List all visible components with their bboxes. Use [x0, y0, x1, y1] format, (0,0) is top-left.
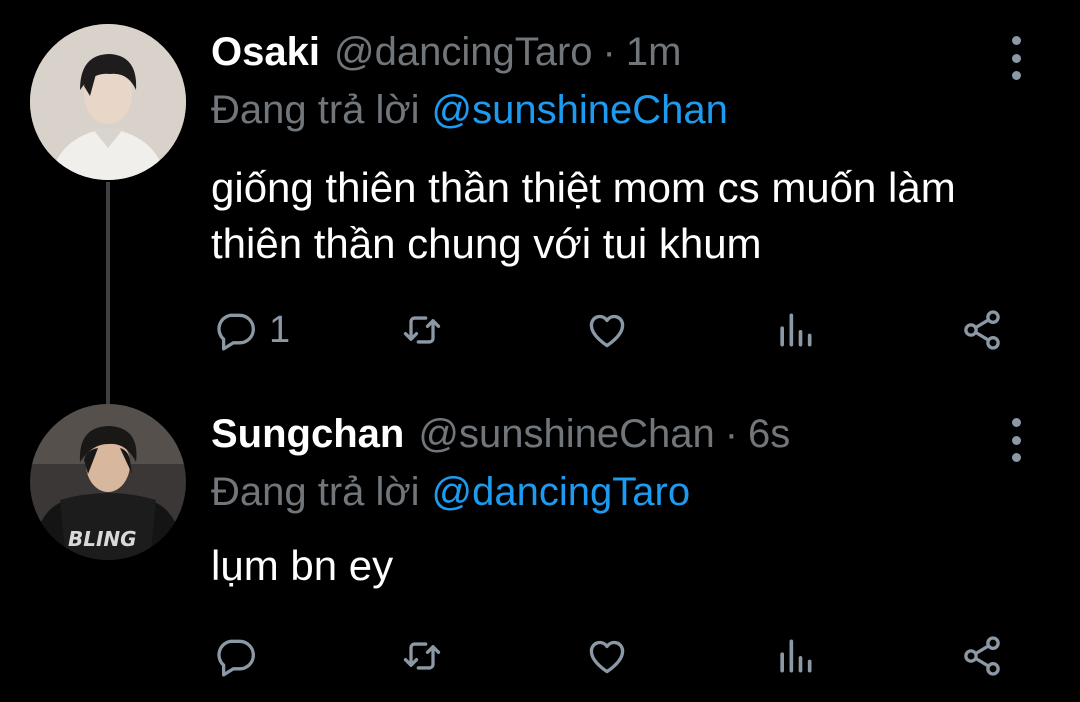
tweet-text: lụm bn ey [211, 542, 394, 589]
more-icon[interactable] [1004, 36, 1028, 80]
tweet-header: Osaki @dancingTaro · 1m [211, 26, 681, 78]
reply-icon [217, 639, 255, 677]
username[interactable]: @dancingTaro [334, 26, 593, 78]
tweet[interactable]: BLING Sungchan @sunshineChan · 6s Đang t… [0, 390, 1080, 702]
display-name[interactable]: Osaki [211, 26, 320, 78]
username[interactable]: @sunshineChan [418, 408, 714, 460]
timestamp[interactable]: 1m [626, 26, 682, 78]
tweet-text: giống thiên thần thiệt mom cs muốn làm t… [211, 164, 956, 267]
reply-icon [217, 313, 255, 351]
replying-to-mention[interactable]: @dancingTaro [432, 470, 691, 514]
retweet-button[interactable] [400, 308, 444, 352]
retweet-icon [403, 642, 441, 670]
tweet[interactable]: Osaki @dancingTaro · 1m Đang trả lời @sun… [0, 0, 1080, 390]
avatar-image: BLING [30, 404, 186, 560]
replying-to: Đang trả lời @sunshineChan [211, 84, 728, 136]
more-icon[interactable] [1004, 418, 1028, 462]
reply-count: 1 [269, 309, 291, 351]
replying-to: Đang trả lời @dancingTaro [211, 466, 690, 518]
like-icon [589, 314, 625, 348]
reply-button[interactable] [213, 634, 269, 678]
like-icon [589, 640, 625, 674]
like-button[interactable] [585, 634, 629, 678]
analytics-button[interactable] [773, 308, 817, 352]
reply-button[interactable]: 1 [213, 308, 290, 352]
tweet-header: Sungchan @sunshineChan · 6s [211, 408, 790, 460]
analytics-button[interactable] [773, 634, 817, 678]
analytics-icon [780, 639, 812, 673]
separator: · [724, 412, 739, 456]
svg-text:BLING: BLING [68, 527, 137, 551]
replying-to-label: Đang trả lời [211, 470, 420, 514]
avatar[interactable] [30, 24, 186, 180]
avatar-image [30, 24, 186, 180]
like-button[interactable] [585, 308, 629, 352]
avatar[interactable]: BLING [30, 404, 186, 560]
share-button[interactable] [960, 634, 1004, 678]
timestamp[interactable]: 6s [748, 408, 790, 460]
action-bar [0, 626, 1080, 686]
replying-to-mention[interactable]: @sunshineChan [432, 88, 728, 132]
action-bar: 1 [0, 300, 1080, 360]
display-name[interactable]: Sungchan [211, 408, 404, 460]
analytics-icon [780, 313, 812, 347]
share-button[interactable] [960, 308, 1004, 352]
share-icon [964, 636, 1000, 676]
share-icon [964, 310, 1000, 350]
retweet-icon [403, 316, 441, 344]
retweet-button[interactable] [400, 634, 444, 678]
replying-to-label: Đang trả lời [211, 88, 420, 132]
separator: · [602, 30, 616, 74]
